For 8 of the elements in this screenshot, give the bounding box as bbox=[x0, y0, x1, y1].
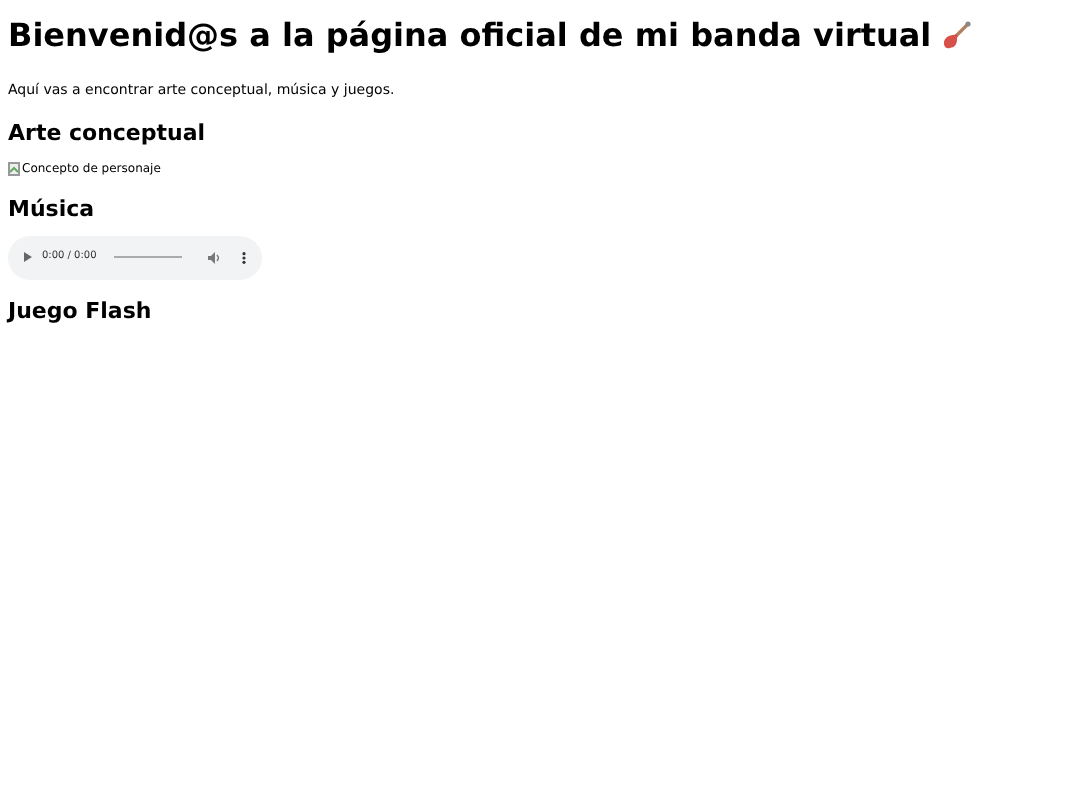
section-heading: Juego Flash bbox=[8, 297, 154, 325]
section-heading: Arte conceptual bbox=[8, 119, 208, 147]
play-icon[interactable] bbox=[24, 252, 32, 262]
guitar-icon bbox=[939, 20, 972, 52]
broken-image-icon bbox=[8, 161, 20, 175]
volume-icon[interactable] bbox=[208, 251, 223, 263]
section-heading: Música bbox=[8, 195, 97, 223]
page-title: Bienvenid@s a la página oficial de mi banda virtual bbox=[8, 16, 932, 56]
